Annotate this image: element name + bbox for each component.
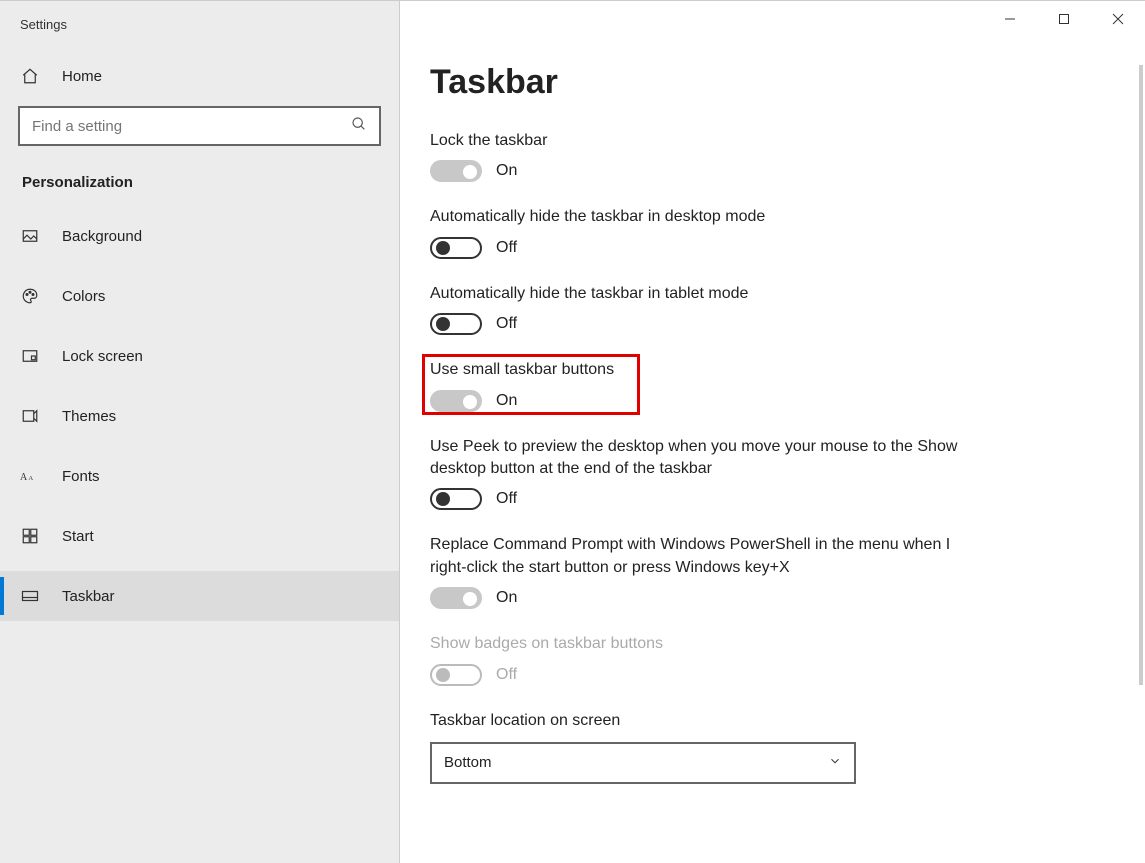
setting-label: Use small taskbar buttons xyxy=(430,359,990,381)
setting-replace-cmd-powershell: Replace Command Prompt with Windows Powe… xyxy=(430,534,990,609)
setting-label: Automatically hide the taskbar in deskto… xyxy=(430,206,990,228)
setting-label: Replace Command Prompt with Windows Powe… xyxy=(430,534,990,579)
search-input[interactable] xyxy=(18,106,381,146)
toggle-show-badges xyxy=(430,664,482,686)
toggle-state: Off xyxy=(496,666,517,684)
home-icon xyxy=(20,66,40,86)
toggle-state: Off xyxy=(496,315,517,333)
sidebar-item-taskbar[interactable]: Taskbar xyxy=(0,571,399,621)
svg-text:A: A xyxy=(20,472,28,483)
toggle-use-peek[interactable] xyxy=(430,488,482,510)
setting-label: Lock the taskbar xyxy=(430,130,990,152)
palette-icon xyxy=(20,286,40,306)
search-icon xyxy=(351,116,367,137)
toggle-autohide-desktop[interactable] xyxy=(430,237,482,259)
setting-label: Show badges on taskbar buttons xyxy=(430,633,990,655)
window-title: Settings xyxy=(0,15,399,56)
setting-small-taskbar-buttons: Use small taskbar buttons On xyxy=(430,359,990,411)
themes-icon xyxy=(20,406,40,426)
maximize-button[interactable] xyxy=(1037,1,1091,37)
sidebar-category: Personalization xyxy=(0,166,399,211)
fonts-icon: AA xyxy=(20,466,40,486)
setting-lock-taskbar: Lock the taskbar On xyxy=(430,130,990,182)
dropdown-value: Bottom xyxy=(444,754,492,771)
lockscreen-icon xyxy=(20,346,40,366)
toggle-lock-taskbar[interactable] xyxy=(430,160,482,182)
chevron-down-icon xyxy=(828,754,842,772)
page-title: Taskbar xyxy=(430,63,1145,102)
setting-taskbar-location: Taskbar location on screen Bottom xyxy=(430,710,990,784)
toggle-state: On xyxy=(496,392,517,410)
close-button[interactable] xyxy=(1091,1,1145,37)
toggle-autohide-tablet[interactable] xyxy=(430,313,482,335)
minimize-button[interactable] xyxy=(983,1,1037,37)
svg-text:A: A xyxy=(28,475,33,482)
sidebar-item-label: Fonts xyxy=(62,468,100,485)
sidebar-item-label: Colors xyxy=(62,288,105,305)
taskbar-icon xyxy=(20,586,40,606)
setting-autohide-desktop: Automatically hide the taskbar in deskto… xyxy=(430,206,990,258)
setting-label: Automatically hide the taskbar in tablet… xyxy=(430,283,990,305)
dropdown-taskbar-location[interactable]: Bottom xyxy=(430,742,856,784)
sidebar-item-label: Themes xyxy=(62,408,116,425)
sidebar-item-background[interactable]: Background xyxy=(0,211,399,261)
toggle-state: Off xyxy=(496,490,517,508)
picture-icon xyxy=(20,226,40,246)
sidebar: Settings Home Personalization Background… xyxy=(0,1,400,863)
toggle-replace-cmd-powershell[interactable] xyxy=(430,587,482,609)
setting-autohide-tablet: Automatically hide the taskbar in tablet… xyxy=(430,283,990,335)
start-icon xyxy=(20,526,40,546)
sidebar-item-lockscreen[interactable]: Lock screen xyxy=(0,331,399,381)
sidebar-item-label: Taskbar xyxy=(62,588,115,605)
main-content: Taskbar Lock the taskbar On Automaticall… xyxy=(400,1,1145,862)
sidebar-home-label: Home xyxy=(62,68,102,85)
setting-use-peek: Use Peek to preview the desktop when you… xyxy=(430,436,990,511)
search-text-field[interactable] xyxy=(32,118,351,135)
setting-label: Taskbar location on screen xyxy=(430,710,990,732)
sidebar-item-start[interactable]: Start xyxy=(0,511,399,561)
sidebar-item-fonts[interactable]: AA Fonts xyxy=(0,451,399,501)
toggle-small-taskbar-buttons[interactable] xyxy=(430,390,482,412)
toggle-state: Off xyxy=(496,239,517,257)
sidebar-item-label: Lock screen xyxy=(62,348,143,365)
scrollbar[interactable] xyxy=(1139,65,1143,685)
window-controls xyxy=(983,1,1145,37)
sidebar-item-label: Start xyxy=(62,528,94,545)
toggle-state: On xyxy=(496,589,517,607)
sidebar-item-themes[interactable]: Themes xyxy=(0,391,399,441)
sidebar-home[interactable]: Home xyxy=(0,56,399,96)
sidebar-item-label: Background xyxy=(62,228,142,245)
setting-label: Use Peek to preview the desktop when you… xyxy=(430,436,990,481)
setting-show-badges: Show badges on taskbar buttons Off xyxy=(430,633,990,685)
sidebar-item-colors[interactable]: Colors xyxy=(0,271,399,321)
toggle-state: On xyxy=(496,162,517,180)
